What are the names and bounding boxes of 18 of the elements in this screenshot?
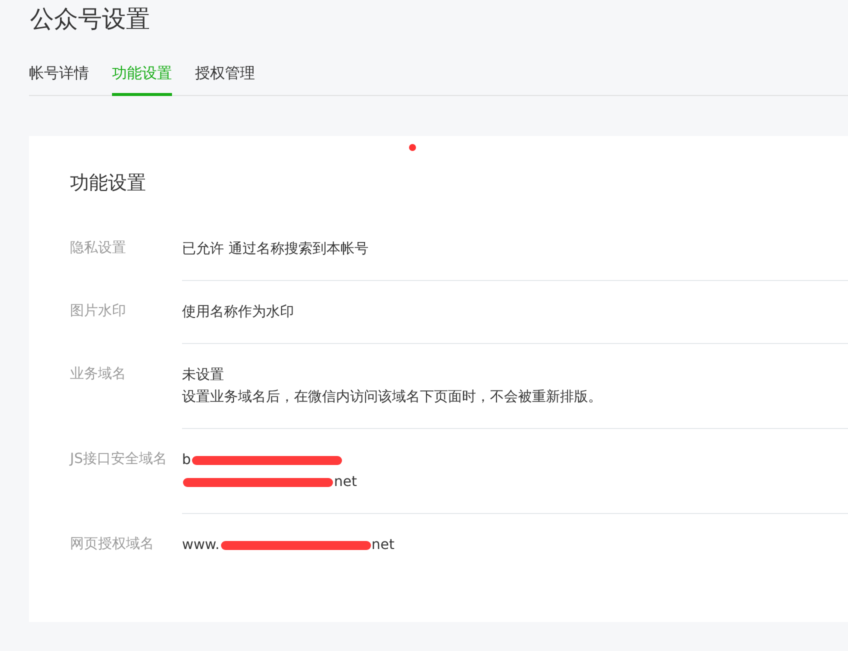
setting-label: 图片水印 (70, 302, 127, 322)
tab[interactable]: 帐号详情 (29, 62, 89, 96)
setting-value: 使用名称作为水印 (182, 303, 294, 322)
setting-label: 隐私设置 (70, 239, 127, 258)
tab[interactable]: 授权管理 (195, 62, 255, 96)
setting-label: 业务域名 (70, 365, 127, 384)
setting-value: 设置业务域名后，在微信内访问该域名下页面时，不会被重新排版。 (182, 388, 602, 408)
setting-label: JS接口安全域名 (70, 450, 168, 470)
section-title: 功能设置 (70, 172, 147, 194)
setting-value: 已允许 通过名称搜索到本帐号 (182, 240, 368, 260)
setting-value: b (182, 451, 191, 470)
setting-label: 网页授权域名 (70, 535, 155, 554)
setting-value: net (372, 536, 394, 556)
page-title: 公众号设置 (29, 4, 151, 35)
setting-value: 未设置 (182, 366, 224, 386)
setting-value: net (334, 473, 357, 492)
setting-value: www. (182, 536, 220, 556)
notification-dot (409, 144, 416, 150)
